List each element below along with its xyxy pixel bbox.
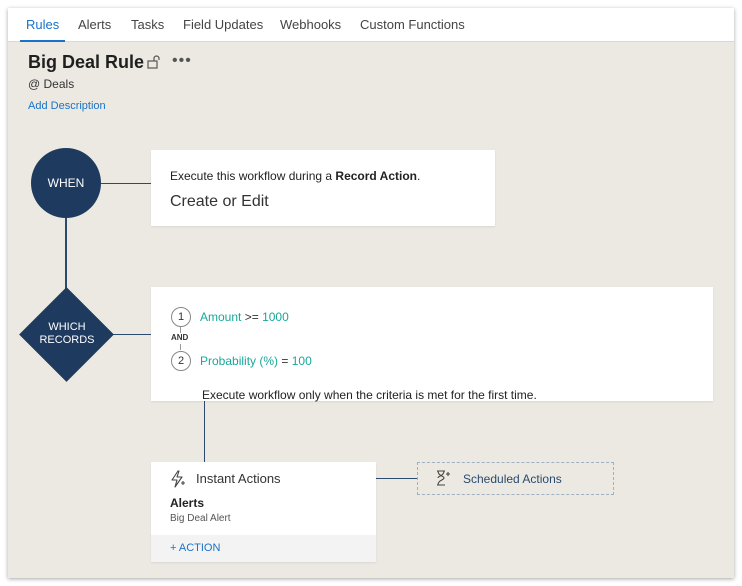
hourglass-plus-icon	[437, 470, 450, 486]
add-description-link[interactable]: Add Description	[28, 100, 106, 112]
criteria-row: Amount >= 1000	[200, 310, 289, 324]
add-action-bar: + ACTION	[151, 535, 376, 562]
scheduled-actions-button[interactable]: Scheduled Actions	[417, 462, 614, 495]
unlock-icon[interactable]	[147, 55, 161, 69]
criteria-link	[180, 344, 181, 350]
connector-when-card	[101, 183, 151, 184]
tab-alerts[interactable]: Alerts	[78, 8, 111, 41]
tab-tasks[interactable]: Tasks	[131, 8, 164, 41]
tab-webhooks[interactable]: Webhooks	[280, 8, 341, 41]
connector-instant-scheduled	[376, 478, 417, 479]
criteria-joiner: AND	[171, 333, 189, 342]
criteria-row: Probability (%) = 100	[200, 354, 312, 368]
which-records-node-label: WHICH RECORDS	[39, 321, 95, 346]
add-action-button[interactable]: + ACTION	[170, 542, 220, 554]
tab-bar: Rules Alerts Tasks Field Updates Webhook…	[8, 8, 734, 42]
alerts-group-title: Alerts	[170, 496, 205, 510]
connector-records-actions	[204, 401, 205, 462]
when-card[interactable]: Execute this workflow during a Record Ac…	[151, 150, 495, 226]
when-node-label: WHEN	[47, 176, 85, 190]
criteria-number: 2	[171, 351, 191, 371]
workflow-rule-editor: Rules Alerts Tasks Field Updates Webhook…	[8, 8, 734, 578]
criteria-number: 1	[171, 307, 191, 327]
lightning-icon	[171, 470, 185, 488]
instant-actions-label: Instant Actions	[196, 471, 281, 486]
tab-rules[interactable]: Rules	[19, 8, 66, 42]
which-records-card[interactable]: 1 Amount >= 1000 AND 2 Probability (%) =…	[151, 287, 713, 402]
when-node: WHEN	[31, 148, 101, 218]
rule-module: @ Deals	[28, 77, 75, 91]
criteria-note: Execute workflow only when the criteria …	[202, 388, 537, 402]
scheduled-actions-label: Scheduled Actions	[463, 472, 562, 486]
rule-title: Big Deal Rule	[28, 52, 145, 72]
instant-actions-card: Instant Actions Alerts Big Deal Alert + …	[151, 462, 376, 562]
when-description: Execute this workflow during a Record Ac…	[170, 169, 421, 183]
more-options-icon[interactable]: •••	[172, 52, 192, 70]
alert-item[interactable]: Big Deal Alert	[170, 513, 231, 524]
connector-which-card	[113, 334, 151, 335]
when-record-action: Create or Edit	[170, 193, 269, 210]
tab-field-updates[interactable]: Field Updates	[183, 8, 263, 41]
tab-custom-functions[interactable]: Custom Functions	[360, 8, 465, 41]
